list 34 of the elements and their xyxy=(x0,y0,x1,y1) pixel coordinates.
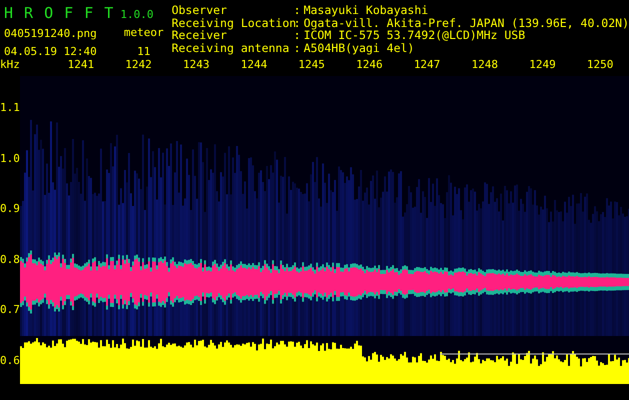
info-value: Masayuki Kobayashi xyxy=(304,4,430,17)
x-tick-label: 1244 xyxy=(240,58,268,73)
info-value: A504HB(yagi 4el) xyxy=(304,42,414,54)
info-separator: : xyxy=(294,42,302,54)
info-separator: : xyxy=(294,4,302,17)
info-separator: : xyxy=(294,29,302,42)
x-tick-label: 1243 xyxy=(183,58,210,73)
app-version: 1.0.0 xyxy=(120,8,154,21)
info-value: ICOM IC-575 53.7492(@LCD)MHz USB xyxy=(304,29,526,42)
y-tick-label: 0.9 xyxy=(0,202,20,215)
x-tick-label: 1250 xyxy=(586,58,614,73)
meteor-label: meteor xyxy=(124,26,164,39)
x-tick-label: 1249 xyxy=(529,58,556,73)
info-label: Observer xyxy=(172,4,228,17)
info-label: Receiving antenna xyxy=(172,42,290,54)
y-tick-label: 1.1 xyxy=(0,101,20,114)
y-tick-label: 0.6 xyxy=(0,354,20,366)
info-value: Ogata-vill. Akita-Pref. JAPAN (139.96E, 40.02N) xyxy=(304,16,629,30)
x-tick-label: 1247 xyxy=(414,58,440,73)
x-tick-label: 1242 xyxy=(125,58,152,73)
info-label: Receiver xyxy=(172,29,227,42)
app-title: H R O F F T xyxy=(4,4,114,22)
x-tick-label: 1248 xyxy=(472,58,498,73)
info-label: Receiving Location xyxy=(172,16,294,30)
meteor-count: 11 xyxy=(137,45,150,58)
y-tick-label: 0.7 xyxy=(0,303,20,316)
x-tick-label: 1246 xyxy=(356,58,383,73)
y-tick-label: 1.0 xyxy=(0,152,20,164)
x-tick-label: 1245 xyxy=(298,58,325,73)
x-tick-label: 1241 xyxy=(68,58,94,73)
file-name: 0405191240.png xyxy=(4,27,98,40)
y-tick-label: 0.8 xyxy=(0,252,20,266)
timestamp: 04.05.19 12:40 xyxy=(4,45,98,58)
y-axis-unit: kHz xyxy=(0,58,20,71)
